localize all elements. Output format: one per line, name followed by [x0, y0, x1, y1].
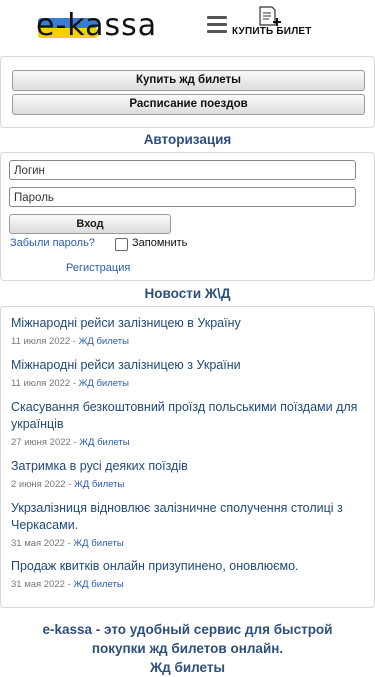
news-item-date: 11 июля 2022: [11, 378, 71, 389]
news-item[interactable]: Продаж квитків онлайн призупинено, оновл…: [11, 558, 361, 590]
news-item[interactable]: Міжнародні рейси залізницею з України 11…: [11, 357, 361, 389]
news-item-meta: 11 июля 2022 - ЖД билеты: [11, 378, 129, 389]
news-item-title[interactable]: Укрзалізниця відновлює залізничне сполуч…: [11, 500, 361, 534]
promo-line-1: e-kassa - это удобный сервис для быстрой: [42, 622, 333, 637]
promo-line-2: покупки жд билетов онлайн.: [91, 641, 284, 656]
news-item-category[interactable]: ЖД билеты: [74, 479, 124, 490]
forgot-password-link[interactable]: Забыли пароль?: [10, 237, 95, 249]
actions-panel: Купить жд билеты Расписание поездов: [0, 56, 375, 128]
news-item-meta: 31 мая 2022 - ЖД билеты: [11, 579, 124, 590]
login-field[interactable]: Логин: [9, 160, 356, 180]
header: e-kassa КУПИТЬ БИЛЕТ: [0, 0, 375, 52]
remember-checkbox[interactable]: [115, 238, 128, 251]
news-item[interactable]: Скасування безкоштовний проїзд польським…: [11, 399, 361, 448]
news-item-title[interactable]: Затримка в русі деяких поїздів: [11, 458, 361, 475]
hamburger-menu-icon[interactable]: [207, 16, 227, 34]
auth-title: Авторизация: [143, 132, 232, 147]
news-item-category[interactable]: ЖД билеты: [73, 538, 123, 549]
news-panel: Міжнародні рейси залізницею в Україну 11…: [0, 306, 375, 608]
register-link[interactable]: Регистрация: [66, 262, 130, 274]
news-item-title[interactable]: Міжнародні рейси залізницею з України: [11, 357, 361, 374]
news-item[interactable]: Міжнародні рейси залізницею в Україну 11…: [11, 315, 361, 347]
news-item-date: 31 мая 2022: [11, 538, 65, 549]
news-title: Новости Ж\Д: [144, 286, 231, 301]
auth-panel: Логин Пароль Вход Забыли пароль? Запомни…: [0, 152, 375, 281]
news-item-date: 11 июля 2022: [11, 336, 71, 347]
news-item-date: 31 мая 2022: [11, 579, 65, 590]
news-item-category[interactable]: ЖД билеты: [79, 378, 129, 389]
news-item-date: 27 июня 2022: [11, 437, 71, 448]
news-item-category[interactable]: ЖД билеты: [79, 336, 129, 347]
news-item-title[interactable]: Міжнародні рейси залізницею в Україну: [11, 315, 361, 332]
train-schedule-button[interactable]: Расписание поездов: [12, 94, 365, 115]
news-item-meta: 27 июня 2022 - ЖД билеты: [11, 437, 130, 448]
news-item-title[interactable]: Скасування безкоштовний проїзд польським…: [11, 399, 361, 433]
buy-train-tickets-button[interactable]: Купить жд билеты: [12, 70, 365, 91]
news-item-meta: 31 мая 2022 - ЖД билеты: [11, 538, 124, 549]
news-item-meta: 11 июля 2022 - ЖД билеты: [11, 336, 129, 347]
promo-text: e-kassa - это удобный сервис для быстрой…: [0, 620, 375, 677]
logo-text: e-kassa: [36, 8, 158, 43]
news-item[interactable]: Укрзалізниця відновлює залізничне сполуч…: [11, 500, 361, 549]
news-item-category[interactable]: ЖД билеты: [79, 437, 129, 448]
remember-label: Запомнить: [132, 237, 188, 249]
password-field[interactable]: Пароль: [9, 187, 356, 207]
news-item-meta: 2 июня 2022 - ЖД билеты: [11, 479, 125, 490]
news-item-category[interactable]: ЖД билеты: [73, 579, 123, 590]
news-item-title[interactable]: Продаж квитків онлайн призупинено, оновл…: [11, 558, 361, 575]
ticket-add-icon[interactable]: [258, 6, 282, 28]
news-item-date: 2 июня 2022: [11, 479, 66, 490]
promo-line-3: Жд билеты: [149, 660, 226, 675]
login-button[interactable]: Вход: [9, 214, 171, 234]
site-logo[interactable]: e-kassa: [36, 8, 171, 44]
buy-ticket-link[interactable]: КУПИТЬ БИЛЕТ: [232, 26, 312, 37]
news-item[interactable]: Затримка в русі деяких поїздів 2 июня 20…: [11, 458, 361, 490]
